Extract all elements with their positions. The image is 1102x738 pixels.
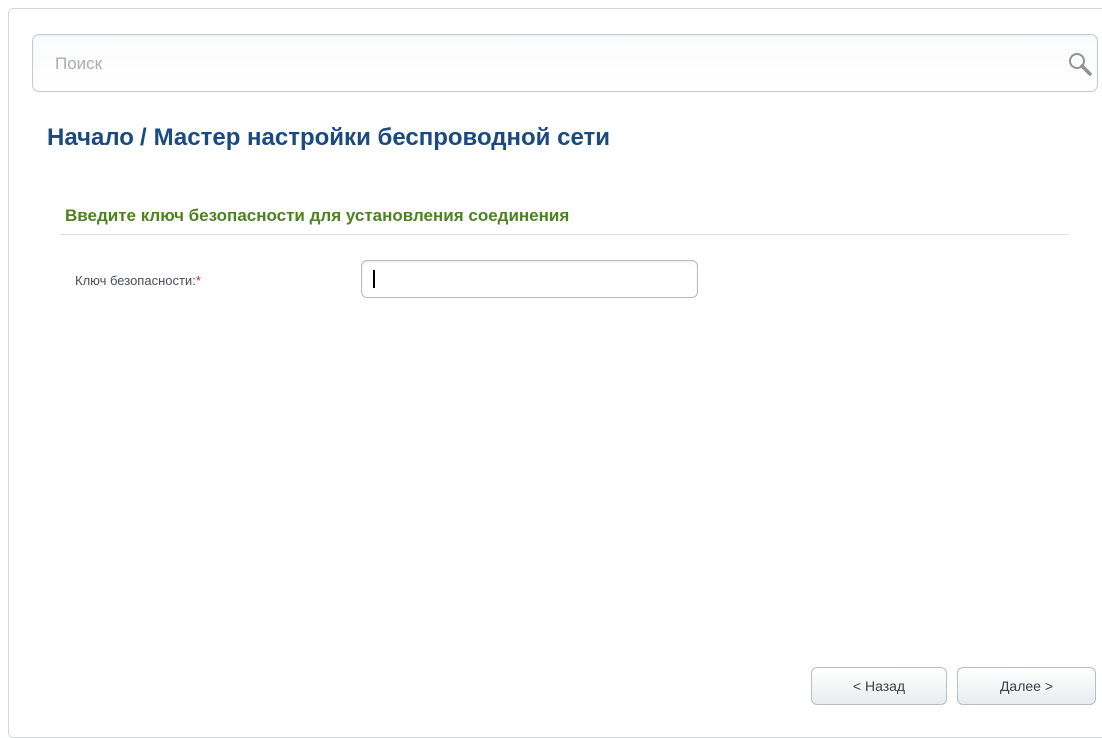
next-button[interactable]: Далее > (957, 667, 1096, 705)
text-caret (373, 270, 375, 288)
search-input[interactable] (53, 49, 1007, 79)
security-key-label-text: Ключ безопасности: (75, 273, 196, 288)
breadcrumb-home[interactable]: Начало (47, 124, 134, 151)
required-mark: * (195, 273, 201, 288)
back-button[interactable]: < Назад (811, 667, 947, 705)
security-key-input[interactable] (372, 268, 686, 292)
breadcrumb-separator: / (139, 124, 147, 151)
breadcrumb-current: Мастер настройки беспроводной сети (153, 124, 610, 151)
security-key-field[interactable] (361, 260, 698, 298)
page-title: Начало / Мастер настройки беспроводной сет… (47, 124, 610, 152)
security-key-label: Ключ безопасности:* (75, 273, 201, 288)
content-panel (8, 8, 1102, 738)
search-box[interactable] (32, 34, 1098, 92)
search-icon[interactable] (1067, 51, 1093, 77)
section-divider (60, 234, 1069, 235)
section-title: Введите ключ безопасности для установлен… (65, 206, 570, 225)
